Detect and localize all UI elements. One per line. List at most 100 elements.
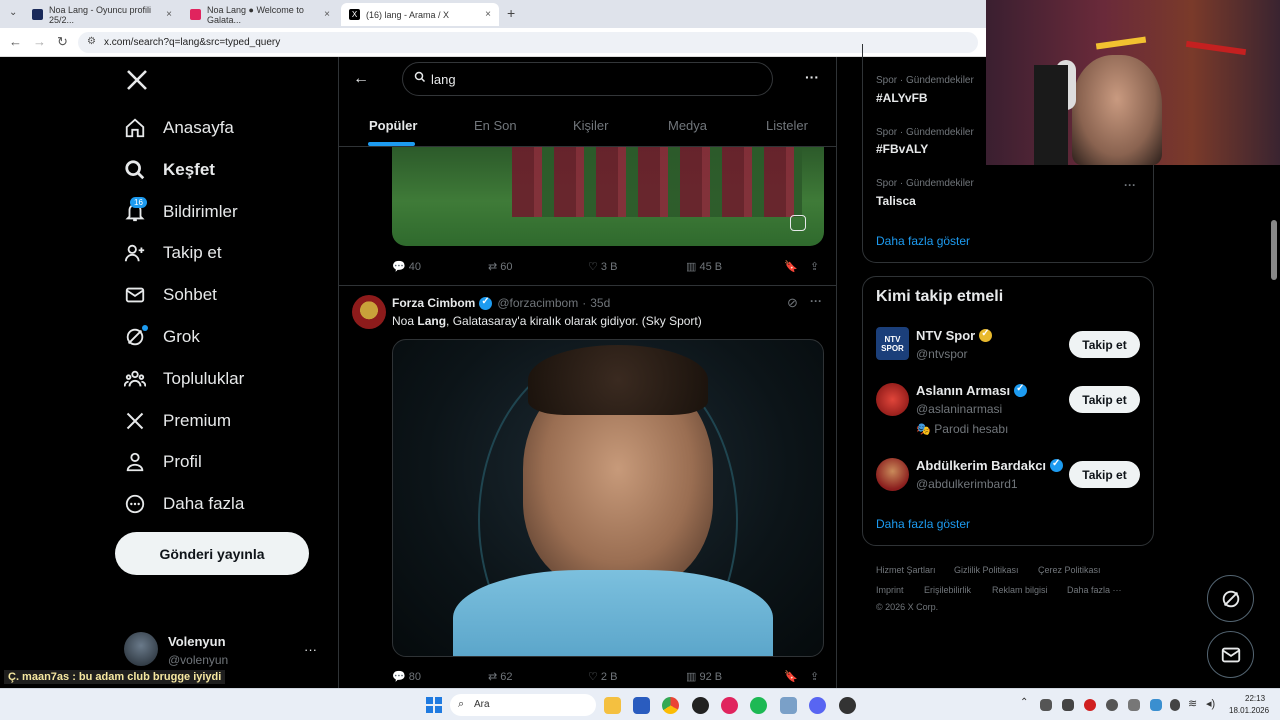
sidebar-item-explore[interactable]: Keşfet [124,155,215,185]
footer-link[interactable]: Gizlilik Politikası [954,565,1019,575]
discord-icon[interactable] [809,697,826,714]
reload-icon[interactable]: ↻ [57,34,68,50]
author-handle[interactable]: @forzacimbom [497,296,578,310]
suggested-user-name[interactable]: Abdülkerim Bardakcı [916,458,1064,473]
retweet-button[interactable]: ⇄ 60 [488,260,513,274]
follow-show-more-link[interactable]: Daha fazla göster [876,517,970,531]
close-tab-icon[interactable]: × [166,9,172,20]
footer-link[interactable]: Reklam bilgisi [992,585,1048,595]
tab-media[interactable]: Medya [668,118,707,133]
tweet-time[interactable]: 35d [590,296,610,310]
account-menu-icon[interactable]: ··· [304,642,317,657]
messages-floating-button[interactable] [1207,631,1254,678]
grok-floating-button[interactable] [1207,575,1254,622]
share-icon[interactable]: ⇪ [810,260,819,273]
retweet-button[interactable]: ⇄ 62 [488,670,513,684]
search-settings-icon[interactable]: ··· [805,69,819,85]
author-name[interactable]: Forza Cimbom [392,296,475,310]
tab-lists[interactable]: Listeler [766,118,808,133]
spotify-icon[interactable] [750,697,767,714]
windows-start-icon[interactable] [426,697,442,713]
search-input[interactable]: lang [402,62,773,96]
trends-show-more-link[interactable]: Daha fazla göster [876,234,970,248]
footer-link[interactable]: Çerez Politikası [1038,565,1101,575]
tweet-media-image[interactable] [392,339,824,657]
follow-button[interactable]: Takip et [1069,461,1140,488]
footer-link[interactable]: Daha fazla ··· [1067,585,1122,595]
trend-item[interactable]: Talisca [876,194,916,208]
tray-app-icon[interactable] [1128,699,1140,711]
clock-date[interactable]: 18.01.2026 [1229,706,1269,715]
tweet-media-image[interactable] [392,147,824,246]
views-button[interactable]: ▥ 92 B [686,670,722,684]
account-avatar[interactable] [124,632,158,666]
tray-record-icon[interactable] [1084,699,1096,711]
abdulkerim-avatar[interactable] [876,458,909,491]
trend-item[interactable]: #ALYvFB [876,91,928,105]
back-arrow-icon[interactable]: ← [353,70,369,88]
aslaninarmasi-avatar[interactable] [876,383,909,416]
browser-tab-2[interactable]: Noa Lang ● Welcome to Galata... × [182,3,338,26]
sidebar-item-communities[interactable]: Topluluklar [124,364,244,394]
opera-icon[interactable] [721,697,738,714]
bookmark-icon[interactable]: 🔖 [784,260,798,273]
volume-icon[interactable]: ◂) [1206,697,1215,710]
sidebar-item-more[interactable]: Daha fazla [124,489,244,519]
sidebar-item-home[interactable]: Anasayfa [124,113,234,143]
site-info-icon[interactable]: ⚙ [87,36,96,47]
sidebar-item-notifications[interactable]: 16 Bildirimler [124,197,238,227]
browser-tab-3-active[interactable]: X (16) lang - Arama / X × [341,3,499,26]
sidebar-item-grok[interactable]: Grok [124,322,200,352]
footer-link[interactable]: Erişilebilirlik [924,585,971,595]
wifi-icon[interactable]: ≋ [1188,697,1197,710]
back-arrow-icon[interactable]: ← [9,34,22,49]
follow-button[interactable]: Takip et [1069,331,1140,358]
views-button[interactable]: ▥ 45 B [686,260,722,274]
sidebar-item-profile[interactable]: Profil [124,447,202,477]
suggested-user-name[interactable]: NTV Spor [916,328,993,343]
close-tab-icon[interactable]: × [485,9,491,20]
sidebar-item-follow[interactable]: Takip et [124,238,222,268]
taskbar-search[interactable]: ⌕ Ara [450,694,596,716]
like-button[interactable]: ♡ 2 B [588,670,617,684]
trend-item[interactable]: #FBvALY [876,142,928,156]
tab-people[interactable]: Kişiler [573,118,608,133]
tab-latest[interactable]: En Son [474,118,517,133]
url-field[interactable]: ⚙ x.com/search?q=lang&src=typed_query [78,32,978,53]
tray-chevron-icon[interactable]: ⌃ [1020,697,1028,708]
tray-app-icon[interactable] [1106,699,1118,711]
tab-list-chevron-icon[interactable]: ⌄ [9,7,17,18]
suggested-user-name[interactable]: Aslanın Arması [916,383,1028,398]
tray-app-icon[interactable] [1062,699,1074,711]
ntvspor-avatar[interactable]: NTV SPOR [876,327,909,360]
store-icon[interactable] [633,697,650,714]
media-tag-icon[interactable] [790,215,806,231]
post-button[interactable]: Gönderi yayınla [115,532,309,575]
footer-link[interactable]: Imprint [876,585,904,595]
tab-popular[interactable]: Popüler [369,118,417,133]
follow-button[interactable]: Takip et [1069,386,1140,413]
new-tab-button[interactable]: + [507,5,515,21]
footer-link[interactable]: Hizmet Şartları [876,565,936,575]
share-icon[interactable]: ⇪ [810,670,819,683]
tweet-more-icon[interactable]: ··· [810,294,822,308]
tray-app-icon[interactable] [1150,699,1162,711]
app-icon[interactable] [839,697,856,714]
forward-arrow-icon[interactable]: → [33,34,46,49]
file-explorer-icon[interactable] [604,697,621,714]
sidebar-item-premium[interactable]: Premium [124,406,231,436]
close-tab-icon[interactable]: × [324,9,330,20]
app-icon[interactable] [780,697,797,714]
clock-time[interactable]: 22:13 [1245,694,1265,703]
page-scrollbar-thumb[interactable] [1271,220,1277,280]
bookmark-icon[interactable]: 🔖 [784,670,798,683]
x-logo-icon[interactable] [124,67,150,93]
microphone-icon[interactable] [1170,699,1180,711]
grok-explain-icon[interactable]: ⊘ [787,295,798,311]
reply-button[interactable]: 💬 40 [392,260,421,274]
chrome-icon[interactable] [662,697,679,714]
tray-app-icon[interactable] [1040,699,1052,711]
obs-icon[interactable] [692,697,709,714]
trend-more-icon[interactable]: ··· [1124,178,1136,192]
reply-button[interactable]: 💬 80 [392,670,421,684]
